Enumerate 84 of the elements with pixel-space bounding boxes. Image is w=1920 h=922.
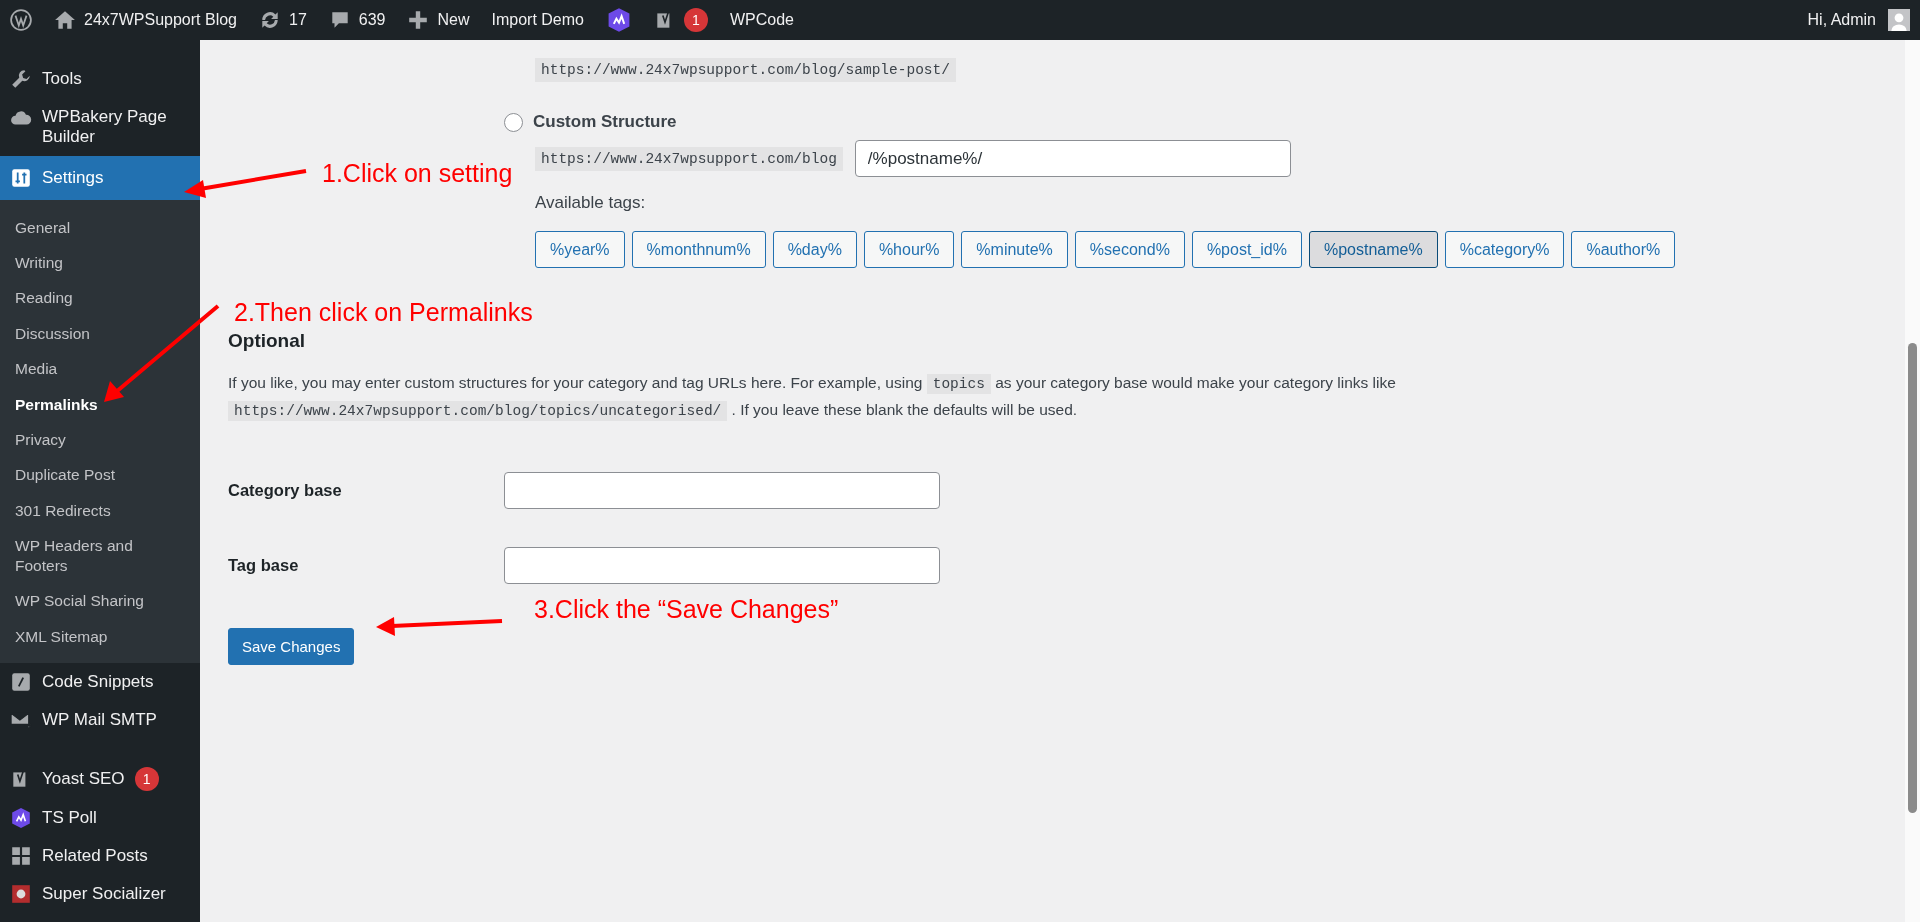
custom-structure-field[interactable]: /%postname%/ <box>854 140 1291 177</box>
url-prefix: https://www.24x7wpsupport.com/blog <box>535 146 843 171</box>
tag-button[interactable]: %second% <box>1074 231 1185 268</box>
tag-button[interactable]: %minute% <box>961 231 1068 268</box>
submenu-item[interactable]: Media <box>0 351 200 387</box>
menu-item-label: Code Snippets <box>42 671 154 692</box>
menu-item-label: WP Mail SMTP <box>42 709 157 730</box>
notification-badge: 1 <box>683 8 708 32</box>
submenu-item[interactable]: Privacy <box>0 422 200 458</box>
scrollbar-thumb[interactable] <box>1908 343 1917 813</box>
submenu-item[interactable]: WP Social Sharing <box>0 583 200 620</box>
menu-item-icon <box>10 670 32 693</box>
menu-item-label: TS Poll <box>42 807 97 828</box>
menu-item-label: Related Posts <box>42 845 148 866</box>
wordpress-logo-icon[interactable] <box>10 9 32 31</box>
sample-url: https://www.24x7wpsupport.com/blog/sample-post/ <box>535 58 956 82</box>
admin-bar-link[interactable]: Import Demo <box>491 11 584 29</box>
input-field[interactable] <box>504 472 940 509</box>
menu-item-label: Yoast SEO <box>42 768 125 789</box>
tag-button[interactable]: %monthnum% <box>631 231 766 268</box>
site-name-link[interactable]: 24x7WPSupport Blog <box>54 9 237 31</box>
menu-item-icon <box>10 806 32 829</box>
account-link[interactable]: Hi, Admin <box>1807 9 1910 31</box>
sidebar-menu-item[interactable]: Tools <box>0 60 200 98</box>
submenu-item[interactable]: Reading <box>0 280 200 317</box>
sidebar-menu-item[interactable]: TS Poll <box>0 798 200 837</box>
menu-item-icon <box>10 68 32 90</box>
tag-button[interactable]: %postname% <box>1308 231 1438 268</box>
tag-button[interactable]: %year% <box>535 231 625 268</box>
sidebar-menu-item[interactable]: Settings <box>0 156 200 200</box>
submenu-item[interactable]: XML Sitemap <box>0 619 200 655</box>
input-field[interactable] <box>504 547 940 584</box>
annotation-text: 2.Then click on Permalinks <box>234 298 533 327</box>
annotation-text: 1.Click on setting <box>322 159 513 188</box>
updates-link[interactable]: 17 <box>259 9 307 31</box>
radio-label: Custom Structure <box>533 112 677 132</box>
sidebar-menu-item[interactable]: Code Snippets <box>0 662 200 701</box>
sidebar-menu-item[interactable]: WP Mail SMTP <box>0 700 200 739</box>
save-changes-button[interactable]: Save Changes <box>228 628 355 665</box>
new-label: New <box>437 11 470 29</box>
menu-item-label: Tools <box>42 69 82 89</box>
submenu-item[interactable]: Discussion <box>0 316 200 352</box>
submenu-item[interactable]: General <box>0 210 200 246</box>
submenu-item[interactable]: 301 Redirects <box>0 493 200 529</box>
field-label: Category base <box>228 481 343 500</box>
tag-button[interactable]: %hour% <box>863 231 955 268</box>
sidebar-menu-item[interactable]: WPBakery Page Builder <box>0 98 200 156</box>
submenu-item[interactable]: Duplicate Post <box>0 457 200 493</box>
avatar-icon <box>1888 9 1910 31</box>
tag-button[interactable]: %category% <box>1444 231 1565 268</box>
new-link[interactable]: New <box>407 9 470 31</box>
comments-link[interactable]: 639 <box>328 9 386 31</box>
comments-count: 639 <box>358 11 386 29</box>
menu-item-label: WPBakery Page Builder <box>42 107 168 147</box>
sidebar-menu-item[interactable]: Related Posts <box>0 836 200 875</box>
menu-item-icon <box>10 167 32 189</box>
submenu-item[interactable]: Writing <box>0 245 200 281</box>
home-icon <box>54 9 76 31</box>
section-heading: Optional <box>228 330 307 352</box>
menu-item-label: Settings <box>42 168 104 188</box>
sidebar-menu-item[interactable]: Yoast SEO 1 <box>0 758 200 799</box>
menu-item-icon <box>10 882 32 905</box>
submenu-item[interactable]: WP Headers and Footers <box>0 528 200 584</box>
radio-button[interactable] <box>504 112 523 132</box>
plus-icon <box>407 9 430 31</box>
updates-count: 17 <box>289 11 307 29</box>
field-label: Tag base <box>228 556 300 575</box>
sidebar-menu-item[interactable]: Super Socializer <box>0 874 200 913</box>
greeting: Hi, Admin <box>1807 11 1876 29</box>
scrollbar[interactable] <box>1905 40 1920 922</box>
description-text: If you like, you may enter custom structures for your category and tag URLs here. For example, using topics as your category base would make your category links like https://www.24x7wpsupport.com/blog/topics/uncategorised/ . If you leave these blank the defaults will be used. <box>228 373 1397 423</box>
yoast-link[interactable]: 1 <box>653 8 708 32</box>
menu-item-icon <box>10 844 32 867</box>
notification-badge: 1 <box>134 766 159 791</box>
refresh-icon <box>259 9 281 31</box>
tag-button[interactable]: %author% <box>1571 231 1676 268</box>
submenu-item[interactable]: Permalinks <box>0 386 200 423</box>
tag-button[interactable]: %day% <box>772 231 857 268</box>
annotation-text: 3.Click the “Save Changes” <box>534 595 839 624</box>
wpcode-link[interactable]: WPCode <box>729 11 794 29</box>
site-name: 24x7WPSupport Blog <box>84 11 237 29</box>
tag-button[interactable]: %post_id% <box>1191 231 1302 268</box>
available-tags-label: Available tags: <box>535 193 647 213</box>
menu-item-label: Super Socializer <box>42 883 166 904</box>
